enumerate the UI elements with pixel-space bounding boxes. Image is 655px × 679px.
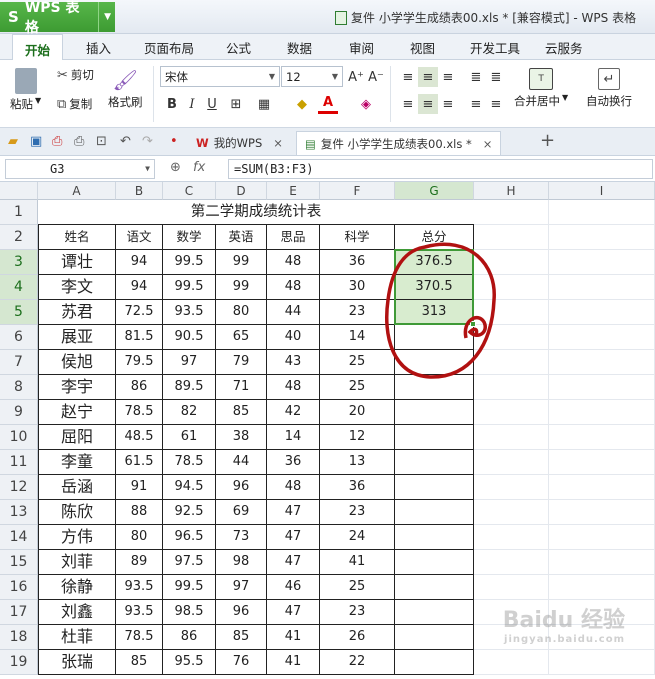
red-circle-annotation: [385, 242, 496, 379]
annotation-hook: [463, 316, 487, 339]
annotation-loop: [385, 242, 496, 379]
